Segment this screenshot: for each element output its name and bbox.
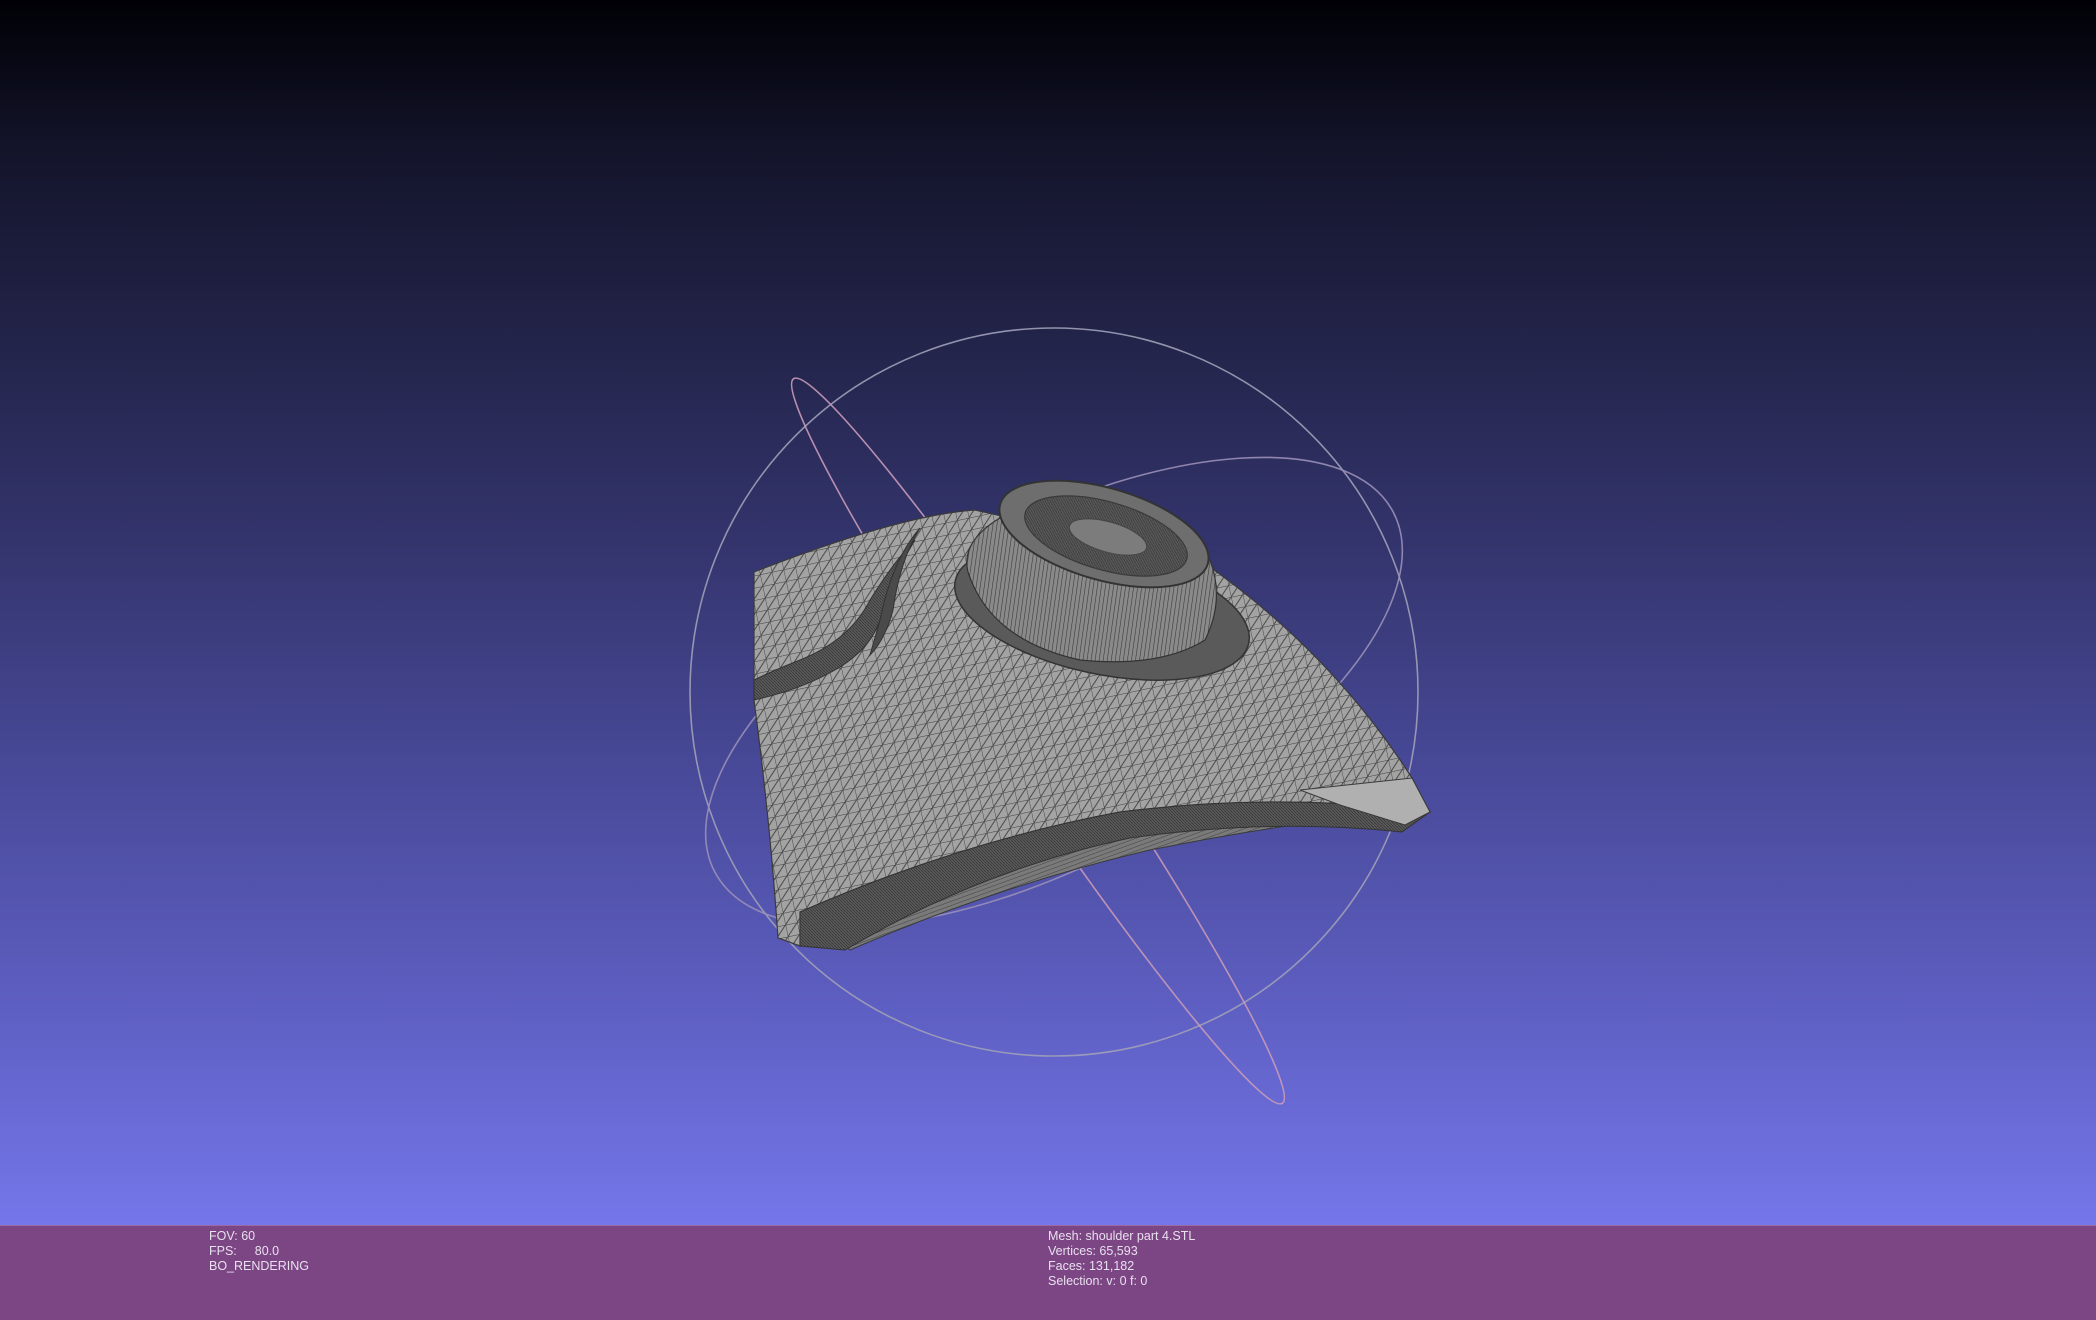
vertex-count: Vertices: 65,593 <box>1048 1244 1138 1258</box>
3d-viewport[interactable] <box>0 0 2096 1225</box>
fov-readout: FOV: 60 <box>209 1229 309 1244</box>
render-info-panel: FOV: 60 FPS: 80.0 BO_RENDERING <box>209 1229 309 1274</box>
mesh-name: Mesh: shoulder part 4.STL <box>1048 1229 1196 1243</box>
fov-value: 60 <box>241 1229 256 1243</box>
fps-readout: FPS: 80.0 <box>209 1244 309 1259</box>
mesh-model[interactable] <box>753 460 1432 951</box>
fps-value: 80.0 <box>254 1244 280 1258</box>
status-info-bar: FOV: 60 FPS: 80.0 BO_RENDERING Mesh: shou… <box>0 1225 2096 1320</box>
fov-label: FOV: <box>209 1229 238 1243</box>
fps-label: FPS: <box>209 1244 237 1258</box>
mesh-info-panel: Mesh: shoulder part 4.STL Vertices: 65,5… <box>1048 1229 1195 1289</box>
scene-canvas[interactable] <box>0 0 2096 1225</box>
face-count: Faces: 131,182 <box>1048 1259 1135 1273</box>
render-mode: BO_RENDERING <box>209 1259 310 1273</box>
selection-count: Selection: v: 0 f: 0 <box>1048 1274 1148 1288</box>
